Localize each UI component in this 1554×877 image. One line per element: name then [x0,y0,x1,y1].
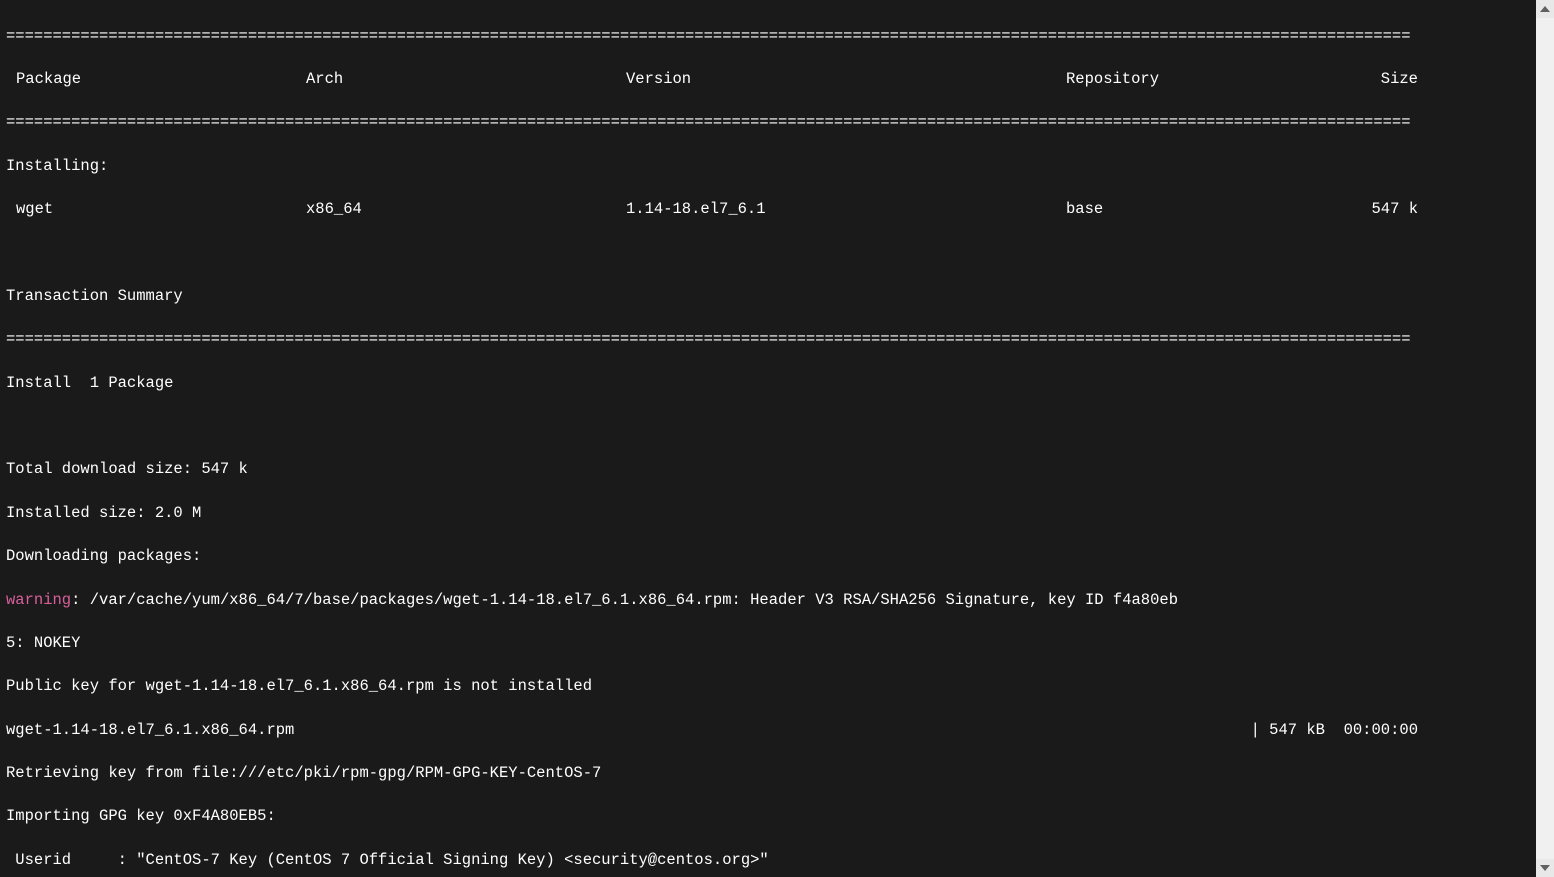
terminal-output[interactable]: ========================================… [0,0,1430,877]
cell-arch: x86_64 [306,199,626,221]
install-count: Install 1 Package [6,373,1424,395]
importing-key: Importing GPG key 0xF4A80EB5: [6,806,1424,828]
pubkey-line: Public key for wget-1.14-18.el7_6.1.x86_… [6,676,1424,698]
total-download: Total download size: 547 k [6,459,1424,481]
blank-line [6,243,1424,265]
hr-line: ========================================… [6,112,1424,134]
col-size: Size [1346,69,1424,91]
download-size-time: | 547 kB 00:00:00 [1251,720,1424,742]
hr-line: ========================================… [6,329,1424,351]
scroll-down-arrow[interactable] [1536,859,1554,877]
col-version: Version [626,69,1066,91]
scroll-up-arrow[interactable] [1536,0,1554,18]
gpg-userid: Userid : "CentOS-7 Key (CentOS 7 Officia… [6,850,1424,872]
chevron-down-icon [1540,865,1550,871]
download-progress-line: wget-1.14-18.el7_6.1.x86_64.rpm| 547 kB … [6,720,1424,742]
cell-package: wget [6,199,306,221]
cell-version: 1.14-18.el7_6.1 [626,199,1066,221]
download-filename: wget-1.14-18.el7_6.1.x86_64.rpm [6,720,1251,742]
warning-line-2: 5: NOKEY [6,633,1424,655]
table-row: wget x86_64 1.14-18.el7_6.1 base 547 k [6,199,1424,221]
col-repository: Repository [1066,69,1346,91]
scroll-track[interactable] [1536,18,1554,859]
warning-text-1: : /var/cache/yum/x86_64/7/base/packages/… [71,591,1178,609]
cell-size: 547 k [1346,199,1424,221]
warning-label: warning [6,591,71,609]
table-header-row: Package Arch Version Repository Size [6,69,1424,91]
col-arch: Arch [306,69,626,91]
cell-repository: base [1066,199,1346,221]
warning-line-1: warning: /var/cache/yum/x86_64/7/base/pa… [6,590,1424,612]
installed-size: Installed size: 2.0 M [6,503,1424,525]
installing-label: Installing: [6,156,1424,178]
scrollbar[interactable] [1536,0,1554,877]
chevron-up-icon [1540,6,1550,12]
col-package: Package [6,69,306,91]
downloading-packages: Downloading packages: [6,546,1424,568]
blank-line [6,416,1424,438]
retrieving-key: Retrieving key from file:///etc/pki/rpm-… [6,763,1424,785]
hr-line: ========================================… [6,26,1424,48]
transaction-summary: Transaction Summary [6,286,1424,308]
